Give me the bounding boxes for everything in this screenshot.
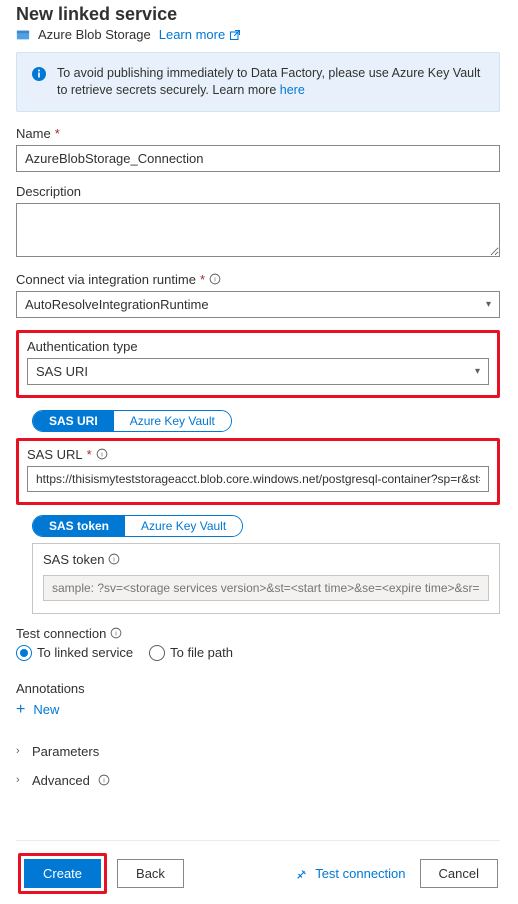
chevron-down-icon: ▾ [475, 366, 480, 377]
svg-text:i: i [116, 631, 118, 638]
parameters-expander[interactable]: › Parameters [16, 744, 500, 759]
back-button[interactable]: Back [117, 859, 184, 888]
required-asterisk: * [200, 272, 205, 287]
radio-to-file-path[interactable]: To file path [149, 645, 233, 661]
header: New linked service Azure Blob Storage Le… [16, 0, 500, 42]
test-connection-link[interactable]: Test connection [295, 866, 405, 881]
sas-token-label: SAS token [43, 552, 104, 567]
help-icon[interactable]: i [98, 774, 110, 786]
advanced-expander[interactable]: › Advanced i [16, 773, 500, 788]
cancel-button[interactable]: Cancel [420, 859, 498, 888]
radio-to-linked-service[interactable]: To linked service [16, 645, 133, 661]
required-asterisk: * [87, 447, 92, 462]
runtime-label: Connect via integration runtime [16, 272, 196, 287]
banner-here-link[interactable]: here [280, 82, 305, 99]
help-icon[interactable]: i [209, 273, 221, 285]
blob-storage-icon [16, 28, 30, 42]
svg-text:i: i [103, 778, 105, 785]
sas-url-highlight: SAS URL * i [16, 438, 500, 505]
chevron-down-icon: ▾ [486, 299, 491, 310]
sas-source-tabs: SAS URI Azure Key Vault [32, 410, 232, 432]
radio-icon [149, 645, 165, 661]
description-input[interactable] [16, 203, 500, 257]
create-highlight: Create [18, 853, 107, 894]
sas-token-section: SAS token i [32, 543, 500, 614]
sas-url-label: SAS URL [27, 447, 83, 462]
learn-more-link[interactable]: Learn more [159, 27, 241, 42]
svg-text:i: i [214, 277, 216, 284]
page-title: New linked service [16, 4, 500, 25]
tab-azure-key-vault-token[interactable]: Azure Key Vault [125, 516, 242, 536]
svg-text:i: i [114, 557, 116, 564]
runtime-select[interactable]: AutoResolveIntegrationRuntime ▾ [16, 291, 500, 318]
sas-token-source-tabs: SAS token Azure Key Vault [32, 515, 243, 537]
name-input[interactable] [16, 145, 500, 172]
info-icon [31, 66, 47, 82]
annotations-label: Annotations [16, 681, 85, 696]
info-banner: To avoid publishing immediately to Data … [16, 52, 500, 112]
chevron-right-icon: › [16, 774, 24, 786]
service-type-label: Azure Blob Storage [38, 27, 151, 42]
radio-icon [16, 645, 32, 661]
required-asterisk: * [55, 126, 60, 141]
auth-type-label: Authentication type [27, 339, 138, 354]
create-button[interactable]: Create [24, 859, 101, 888]
description-label: Description [16, 184, 81, 199]
tab-sas-uri[interactable]: SAS URI [33, 411, 114, 431]
help-icon[interactable]: i [96, 448, 108, 460]
help-icon[interactable]: i [110, 627, 122, 639]
plug-icon [295, 867, 309, 881]
tab-sas-token[interactable]: SAS token [33, 516, 125, 536]
open-external-icon [229, 29, 241, 41]
auth-type-highlight: Authentication type SAS URI ▾ [16, 330, 500, 398]
banner-text: To avoid publishing immediately to Data … [57, 66, 480, 97]
chevron-right-icon: › [16, 745, 24, 757]
sas-token-input[interactable] [43, 575, 489, 601]
plus-icon: + [16, 702, 25, 718]
new-annotation-button[interactable]: + New [16, 702, 500, 718]
tab-azure-key-vault[interactable]: Azure Key Vault [114, 411, 231, 431]
footer: Create Back Test connection Cancel [16, 840, 500, 904]
name-label: Name [16, 126, 51, 141]
test-connection-label: Test connection [16, 626, 106, 641]
auth-type-select[interactable]: SAS URI ▾ [27, 358, 489, 385]
help-icon[interactable]: i [108, 553, 120, 565]
svg-text:i: i [101, 452, 103, 459]
sas-url-input[interactable] [27, 466, 489, 492]
